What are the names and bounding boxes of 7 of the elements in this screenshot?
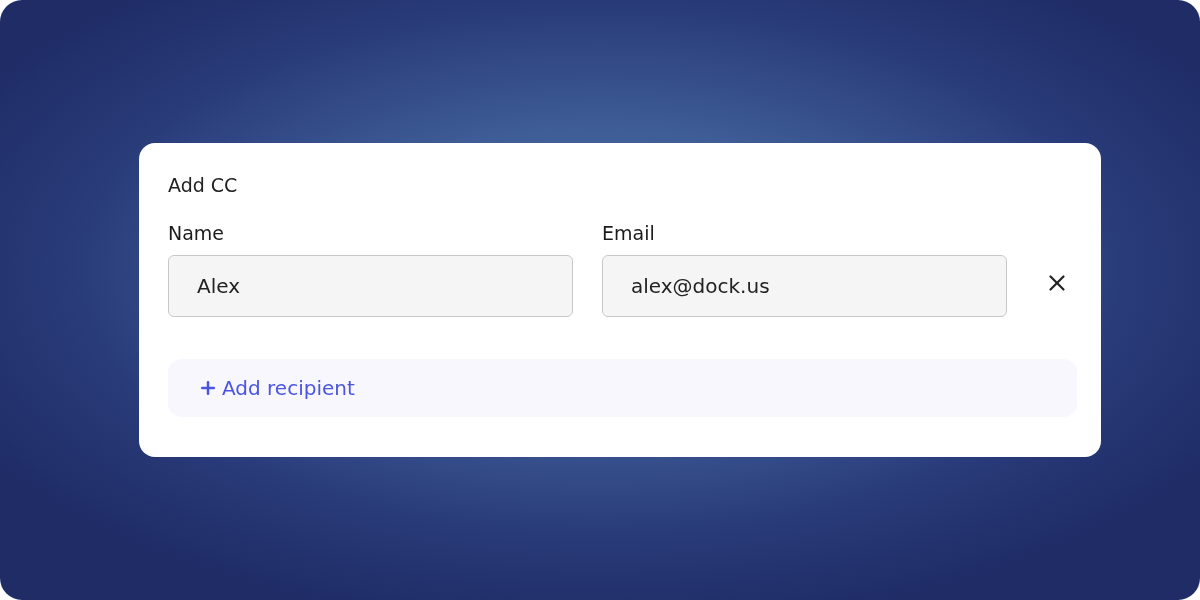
- add-recipient-button[interactable]: Add recipient: [168, 359, 1077, 417]
- input-field[interactable]: Alex: [168, 255, 573, 317]
- field-label: Name: [168, 221, 225, 245]
- field-label: Email: [602, 221, 655, 245]
- dialog-title: Add CC: [168, 173, 239, 198]
- input-field[interactable]: alex@dock.us: [602, 255, 1007, 317]
- plus-icon: [198, 378, 218, 398]
